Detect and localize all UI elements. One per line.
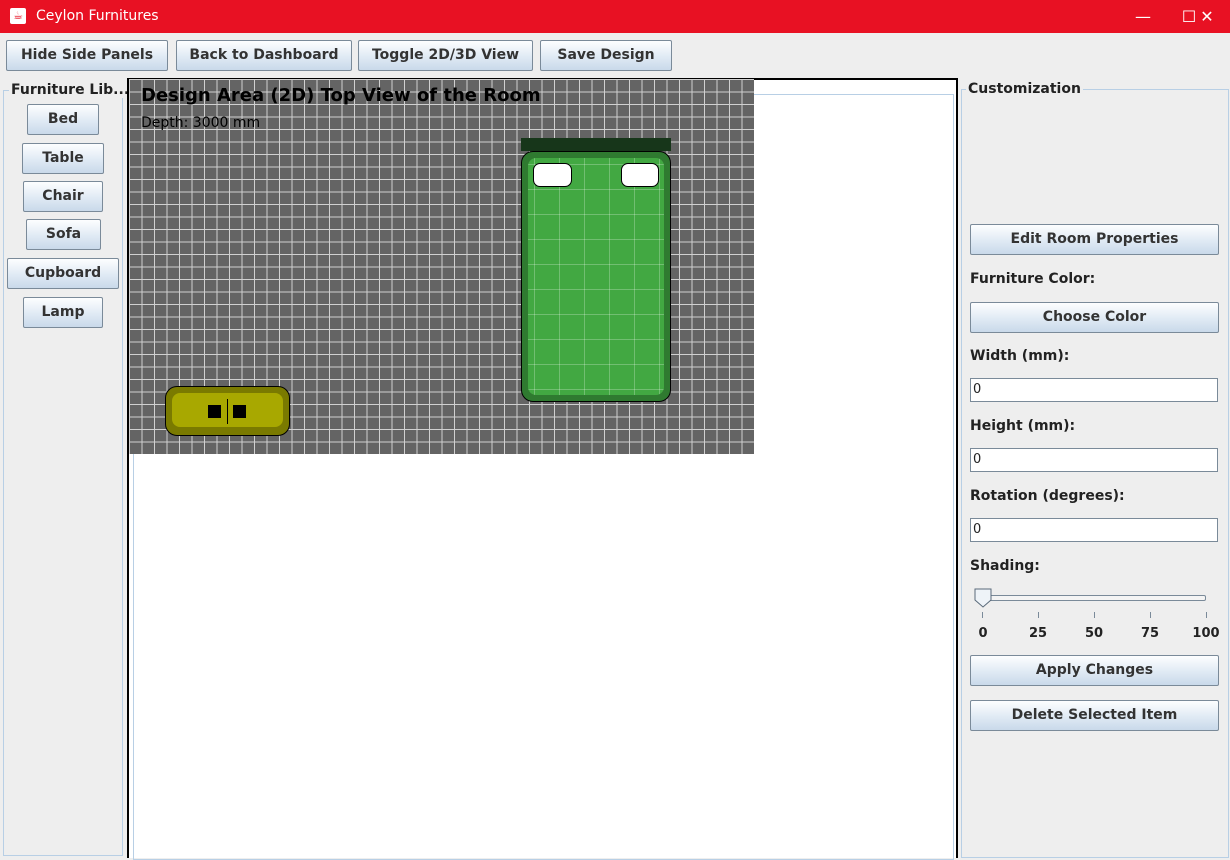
width-input[interactable]: 0 (970, 378, 1218, 402)
tick-label: 25 (1028, 626, 1048, 641)
height-input[interactable]: 0 (970, 448, 1218, 472)
tick-label: 75 (1140, 626, 1160, 641)
sofa-item[interactable] (165, 386, 290, 436)
chair-button[interactable]: Chair (23, 181, 103, 212)
apply-changes-button[interactable]: Apply Changes (970, 655, 1219, 686)
rotation-input[interactable]: 0 (970, 518, 1218, 542)
toggle-view-button[interactable]: Toggle 2D/3D View (358, 40, 533, 71)
table-button[interactable]: Table (22, 143, 104, 174)
close-icon[interactable]: ✕ (1184, 0, 1230, 33)
window-title: Ceylon Furnitures (36, 8, 159, 24)
customization-title: Customization (966, 81, 1083, 97)
minimize-icon[interactable]: — (1120, 0, 1166, 33)
shading-label: Shading: (970, 558, 1040, 574)
cupboard-button[interactable]: Cupboard (7, 258, 119, 289)
back-to-dashboard-button[interactable]: Back to Dashboard (176, 40, 352, 71)
design-area-title: Design Area (2D) Top View of the Room (141, 85, 541, 106)
tick-label: 0 (978, 626, 988, 641)
pillow (621, 163, 659, 187)
tick-label: 100 (1192, 626, 1220, 641)
width-label: Width (mm): (970, 348, 1070, 364)
furniture-library-title: Furniture Lib... (9, 82, 132, 98)
delete-selected-item-button[interactable]: Delete Selected Item (970, 700, 1219, 731)
java-cup-icon: ☕ (10, 8, 26, 24)
furniture-color-label: Furniture Color: (970, 271, 1096, 287)
bed-headboard (521, 138, 671, 151)
tick-label: 50 (1084, 626, 1104, 641)
bed-button[interactable]: Bed (27, 104, 99, 135)
sofa-button[interactable]: Sofa (26, 219, 101, 250)
save-design-button[interactable]: Save Design (540, 40, 672, 71)
bed-frame (521, 151, 671, 402)
slider-thumb[interactable] (974, 588, 992, 608)
edit-room-properties-button[interactable]: Edit Room Properties (970, 224, 1219, 255)
rotation-label: Rotation (degrees): (970, 488, 1125, 504)
lamp-button[interactable]: Lamp (23, 297, 103, 328)
choose-color-button[interactable]: Choose Color (970, 302, 1219, 333)
shading-slider[interactable] (978, 595, 1206, 601)
height-label: Height (mm): (970, 418, 1076, 434)
title-bar: ☕ Ceylon Furnitures — ☐ ✕ (0, 0, 1230, 33)
customization-panel (961, 89, 1229, 858)
pillow (533, 163, 572, 187)
room-depth-label: Depth: 3000 mm (141, 115, 261, 131)
hide-side-panels-button[interactable]: Hide Side Panels (6, 40, 168, 71)
